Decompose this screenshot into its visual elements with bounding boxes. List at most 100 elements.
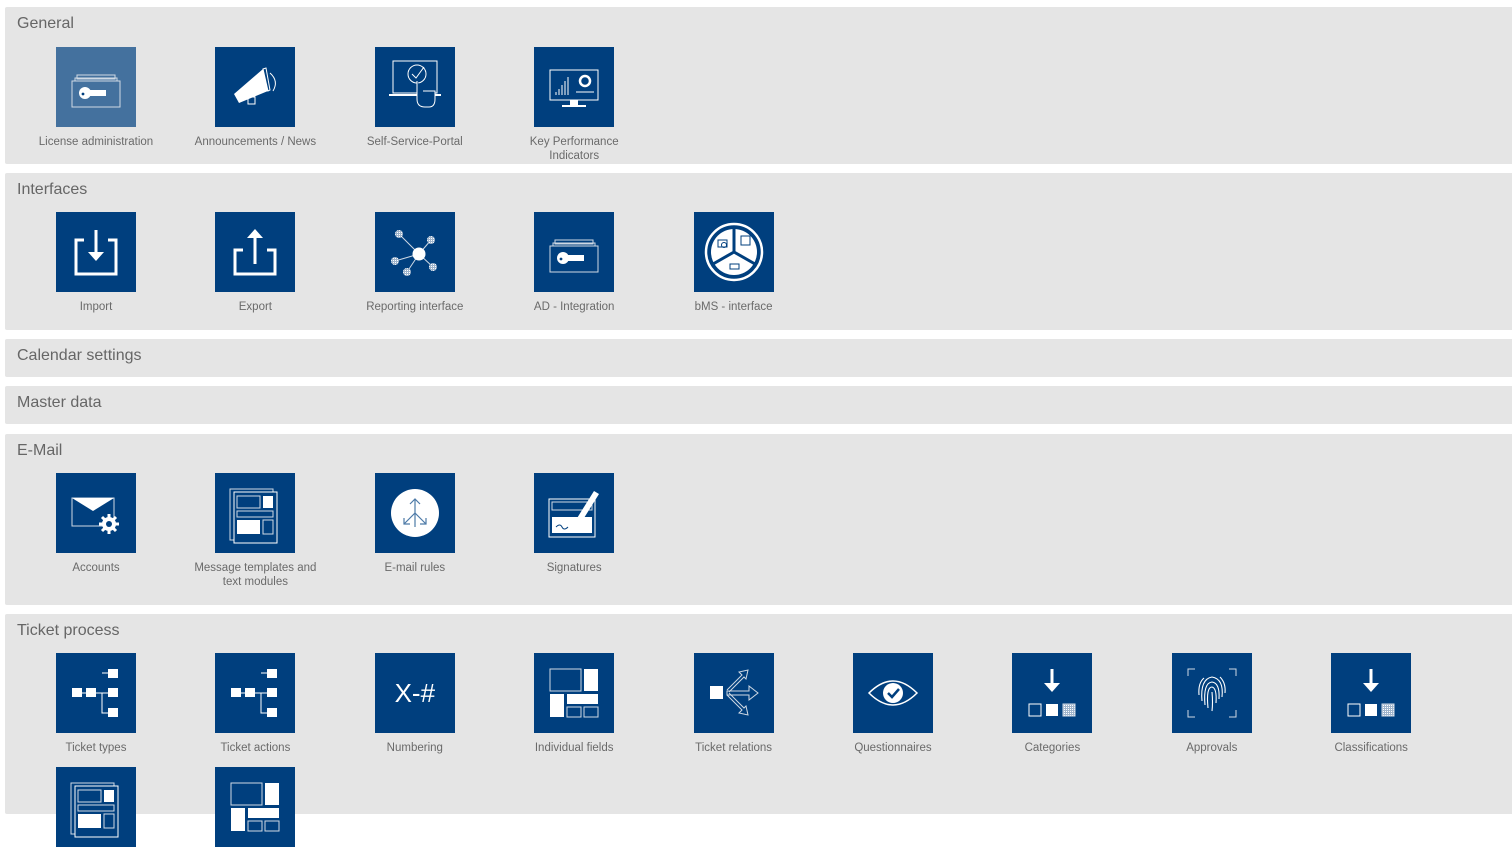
tile-questionnaires[interactable]: Questionnaires xyxy=(813,653,973,755)
section-title[interactable]: E-Mail xyxy=(17,442,62,460)
section-title[interactable]: Calendar settings xyxy=(17,347,142,365)
network-nodes-icon xyxy=(375,212,455,292)
section-title[interactable]: Master data xyxy=(17,394,101,412)
mail-rules-icon xyxy=(375,473,455,553)
import-icon xyxy=(56,212,136,292)
tile-label: bMS - interface xyxy=(694,301,773,313)
tile-icon-box[interactable] xyxy=(853,653,933,733)
bms-circle-icon xyxy=(694,212,774,292)
section-title[interactable]: Ticket process xyxy=(17,622,120,640)
tile-label: Message templates and text modules xyxy=(194,562,317,588)
tile-icon-box[interactable] xyxy=(56,767,136,847)
tile-label: Individual fields xyxy=(534,742,614,754)
tile-icon-box[interactable] xyxy=(56,47,136,127)
tile-ticket-relations[interactable]: Ticket relations xyxy=(654,653,814,755)
tile-label: Signatures xyxy=(546,562,602,574)
tile-icon-box[interactable] xyxy=(374,473,455,553)
tile-individual-fields[interactable]: Individual fields xyxy=(494,653,654,755)
signature-icon xyxy=(534,473,614,553)
tile-item[interactable] xyxy=(16,767,176,847)
tile-label: AD - Integration xyxy=(533,301,615,313)
tile-label: Classifications xyxy=(1334,742,1408,754)
tile-icon-box[interactable] xyxy=(534,212,615,292)
tile-icon-box[interactable] xyxy=(693,653,774,733)
tile-export[interactable]: Export xyxy=(175,212,335,314)
tile-key-performance-indicators[interactable]: Key Performance Indicators xyxy=(494,47,654,163)
tile-label: Reporting interface xyxy=(366,301,464,313)
kpi-monitor-icon xyxy=(534,47,614,127)
tile-license-administration[interactable]: License administration xyxy=(16,47,176,149)
eye-check-icon xyxy=(853,653,933,733)
section-master-data[interactable]: Master data xyxy=(5,386,1512,424)
tile-icon-box[interactable] xyxy=(374,47,455,127)
tile-classifications[interactable]: Classifications xyxy=(1291,653,1451,755)
tile-label: Ticket actions xyxy=(220,742,291,754)
touch-screen-icon xyxy=(375,47,455,127)
tile-label: Categories xyxy=(1024,742,1081,754)
layout-fields-icon xyxy=(215,767,295,847)
tile-label: Numbering xyxy=(386,742,443,754)
numbering-icon: X-# xyxy=(394,677,436,708)
tile-label: Self-Service-Portal xyxy=(366,136,463,148)
license-key-icon xyxy=(534,212,614,292)
tile-icon-box[interactable] xyxy=(215,653,296,733)
tile-label: E-mail rules xyxy=(384,562,446,574)
license-key-icon xyxy=(56,47,136,127)
tile-numbering[interactable]: X-# Numbering xyxy=(335,653,495,755)
tile-label: Key Performance Indicators xyxy=(529,136,619,162)
tile-label: Ticket types xyxy=(65,742,127,754)
category-arrow-icon xyxy=(1012,653,1092,733)
tile-label: Announcements / News xyxy=(194,136,317,148)
tile-categories[interactable]: Categories xyxy=(972,653,1132,755)
tile-icon-box[interactable] xyxy=(534,473,615,553)
tile-signatures[interactable]: Signatures xyxy=(494,473,654,575)
tile-icon-box[interactable]: X-# xyxy=(374,653,455,733)
tile-message-templates-and-text-modules[interactable]: Message templates and text modules xyxy=(175,473,335,589)
tile-label: Export xyxy=(238,301,273,313)
fingerprint-icon xyxy=(1172,653,1252,733)
tile-ticket-types[interactable]: Ticket types xyxy=(16,653,176,755)
section-title[interactable]: Interfaces xyxy=(17,181,87,199)
tile-icon-box[interactable] xyxy=(215,212,296,292)
tile-label: Import xyxy=(79,301,113,313)
tile-reporting-interface[interactable]: Reporting interface xyxy=(335,212,495,314)
tile-label: Approvals xyxy=(1186,742,1238,754)
tile-icon-box[interactable] xyxy=(534,47,615,127)
tile-ticket-actions[interactable]: Ticket actions xyxy=(175,653,335,755)
tile-icon-box[interactable] xyxy=(215,767,296,847)
tile-item[interactable] xyxy=(175,767,335,847)
tile-self-service-portal[interactable]: Self-Service-Portal xyxy=(335,47,495,149)
tile-approvals[interactable]: Approvals xyxy=(1132,653,1292,755)
tile-label: Ticket relations xyxy=(695,742,773,754)
tile-icon-box[interactable] xyxy=(1331,653,1412,733)
tile-icon-box[interactable] xyxy=(1012,653,1093,733)
tile-e-mail-rules[interactable]: E-mail rules xyxy=(335,473,495,575)
tile-label: Accounts xyxy=(72,562,120,574)
tile-import[interactable]: Import xyxy=(16,212,176,314)
tile-bms-interface[interactable]: bMS - interface xyxy=(654,212,814,314)
tile-label: License administration xyxy=(38,136,154,148)
tile-label: Questionnaires xyxy=(854,742,932,754)
category-arrow-icon xyxy=(1331,653,1411,733)
flow-tree-icon xyxy=(215,653,295,733)
tile-icon-box[interactable] xyxy=(215,473,296,553)
layout-fields-icon xyxy=(534,653,614,733)
tile-icon-box[interactable] xyxy=(56,212,136,292)
relations-arrows-icon xyxy=(694,653,774,733)
flow-tree-icon xyxy=(56,653,136,733)
templates-icon xyxy=(56,767,136,847)
tile-icon-box[interactable] xyxy=(374,212,455,292)
tile-icon-box[interactable] xyxy=(56,473,136,553)
tile-icon-box[interactable] xyxy=(693,212,774,292)
tile-icon-box[interactable] xyxy=(1171,653,1252,733)
section-calendar-settings[interactable]: Calendar settings xyxy=(5,339,1512,377)
export-icon xyxy=(215,212,295,292)
tile-announcements-news[interactable]: Announcements / News xyxy=(175,47,335,149)
tile-icon-box[interactable] xyxy=(534,653,615,733)
tile-icon-box[interactable] xyxy=(215,47,296,127)
mail-gear-icon xyxy=(56,473,136,553)
tile-ad-integration[interactable]: AD - Integration xyxy=(494,212,654,314)
tile-accounts[interactable]: Accounts xyxy=(16,473,176,575)
tile-icon-box[interactable] xyxy=(56,653,136,733)
section-title[interactable]: General xyxy=(17,15,74,33)
